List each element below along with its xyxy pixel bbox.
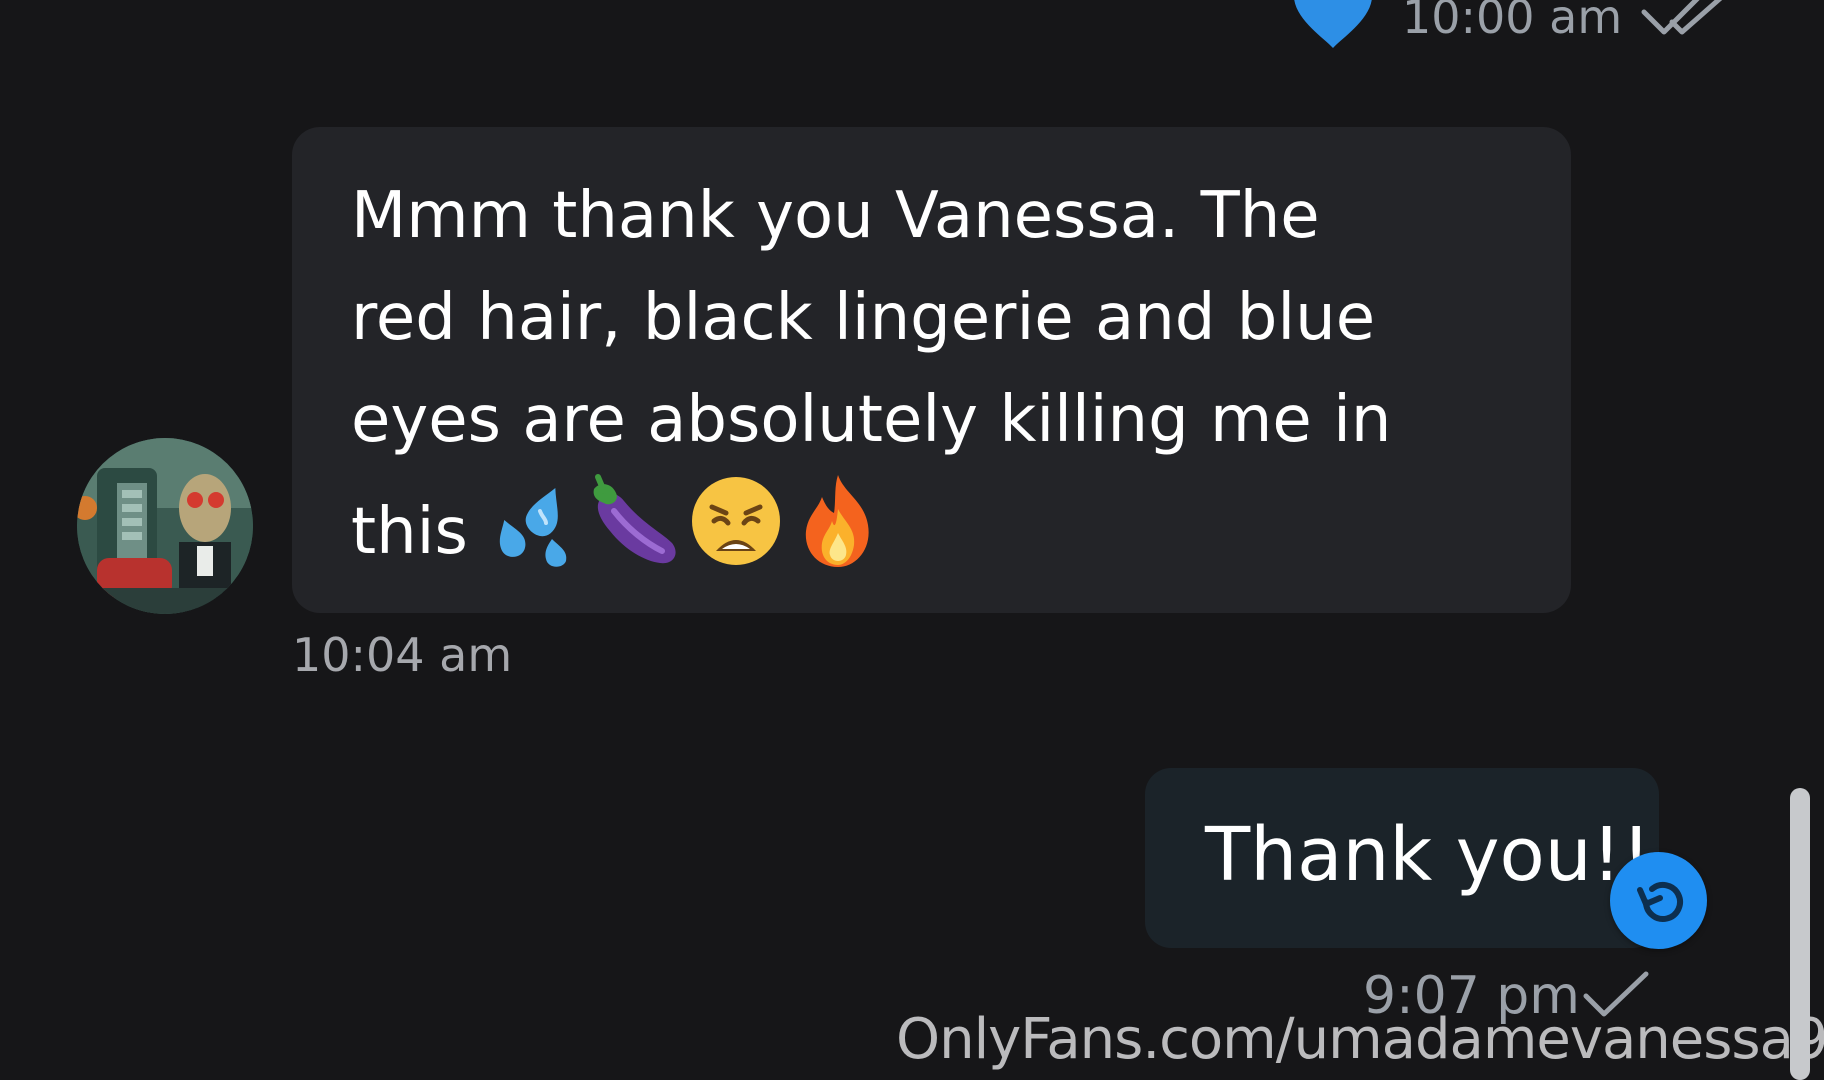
eggplant-emoji	[593, 474, 676, 564]
incoming-message-time: 10:04 am	[292, 628, 513, 682]
incoming-message-bubble[interactable]: Mmm thank you Vanessa. The red hair, bla…	[292, 127, 1571, 613]
undo-arrow-icon	[1636, 881, 1683, 922]
previous-message-meta: 10:00 am	[1290, 0, 1760, 62]
emoji-group	[488, 471, 908, 571]
double-check-icon	[1641, 0, 1723, 35]
fire-emoji	[805, 475, 869, 567]
sweat-droplets-emoji	[499, 488, 567, 567]
previous-message-time: 10:00 am	[1402, 0, 1623, 44]
undo-button[interactable]	[1610, 852, 1707, 949]
scrollbar[interactable]	[1790, 788, 1810, 1080]
weary-face-emoji	[691, 477, 780, 565]
watermark-text: OnlyFans.com/umadamevanessa988	[896, 1007, 1824, 1072]
outgoing-message-text: Thank you!!	[1205, 812, 1652, 898]
heart-icon[interactable]	[1290, 0, 1376, 50]
outgoing-message-bubble[interactable]: Thank you!!	[1145, 768, 1659, 948]
avatar-image	[77, 438, 253, 614]
avatar[interactable]	[77, 438, 253, 614]
